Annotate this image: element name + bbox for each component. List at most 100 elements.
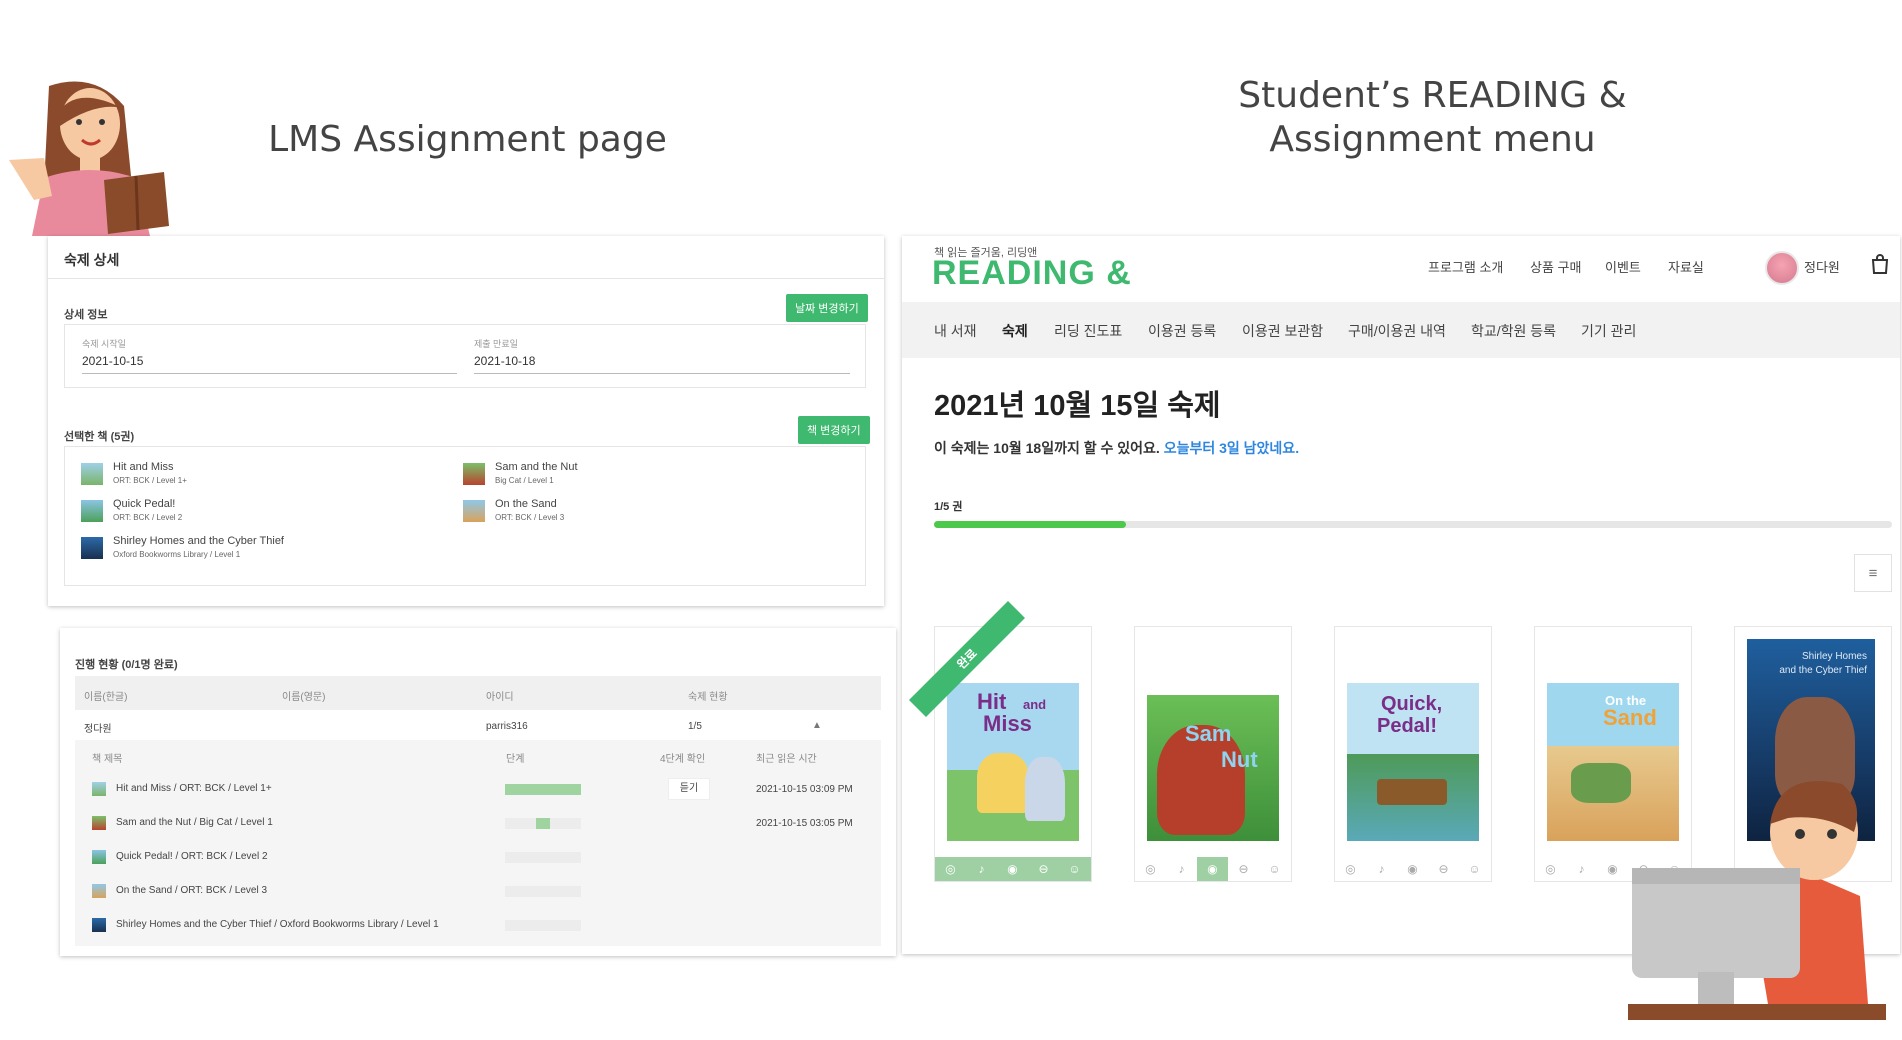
book-thumbnail xyxy=(92,816,106,830)
game-icon[interactable]: ◎ xyxy=(1335,857,1366,881)
book-cover: Hit and Miss xyxy=(947,683,1079,841)
stage-indicator xyxy=(505,784,581,795)
listen-icon[interactable]: ♪ xyxy=(1166,857,1197,881)
book-thumbnail xyxy=(92,850,106,864)
progress-count: 1/5 권 xyxy=(934,501,963,513)
change-book-button[interactable]: 책 변경하기 xyxy=(798,416,870,444)
student-heading-line2: Assignment menu xyxy=(1269,119,1596,160)
stage-indicator xyxy=(505,818,581,829)
speak-icon[interactable]: ☺ xyxy=(1059,857,1090,881)
col-status: 숙제 현황 xyxy=(688,692,728,703)
col-name-ko: 이름(한글) xyxy=(84,692,128,703)
col-name-en: 이름(영문) xyxy=(282,692,326,703)
end-date-field[interactable]: 2021-10-18 xyxy=(474,354,850,374)
book-item: Hit and Miss ORT: BCK / Level 1+ xyxy=(81,461,187,485)
lms-progress-card: 진행 현황 (0/1명 완료) 이름(한글) 이름(영문) 아이디 숙제 현황 … xyxy=(60,628,896,956)
tab-homework[interactable]: 숙제 xyxy=(1002,321,1028,341)
book-cover: Sam Nut xyxy=(1147,695,1279,841)
book-thumbnail xyxy=(92,884,106,898)
selected-books-box: Hit and Miss ORT: BCK / Level 1+ Sam and … xyxy=(64,446,866,586)
book-item: Quick Pedal! ORT: BCK / Level 2 xyxy=(81,498,182,522)
book-card[interactable]: Quick, Pedal! ◎ ♪ ◉ ⊖ ☺ xyxy=(1334,626,1492,882)
read-icon[interactable]: ◉ xyxy=(1397,857,1428,881)
start-date-label: 숙제 시작일 xyxy=(82,339,126,349)
listen-icon[interactable]: ♪ xyxy=(966,857,997,881)
quiz-icon[interactable]: ⊖ xyxy=(1028,857,1059,881)
student-name: 정다원 xyxy=(84,724,112,735)
read-icon[interactable]: ◉ xyxy=(1197,857,1228,881)
tab-pass-register[interactable]: 이용권 등록 xyxy=(1148,321,1216,341)
speak-icon[interactable]: ☺ xyxy=(1259,857,1290,881)
read-icon[interactable]: ◉ xyxy=(1597,857,1628,881)
col-last-read: 최근 읽은 시간 xyxy=(756,754,817,765)
nav-event[interactable]: 이벤트 xyxy=(1605,257,1641,276)
student-id: parris316 xyxy=(486,721,528,732)
list-view-icon[interactable]: ≡ xyxy=(1854,554,1892,592)
quiz-icon[interactable]: ⊖ xyxy=(1428,857,1459,881)
student-heading-line1: Student’s READING & xyxy=(1238,75,1627,116)
stage-indicator xyxy=(505,852,581,863)
game-icon[interactable]: ◎ xyxy=(1135,857,1166,881)
user-name[interactable]: 정다원 xyxy=(1804,257,1840,276)
book-thumbnail xyxy=(463,463,485,485)
quiz-icon[interactable]: ⊖ xyxy=(1228,857,1259,881)
listen-icon[interactable]: ♪ xyxy=(1566,857,1597,881)
tab-school-register[interactable]: 학교/학원 등록 xyxy=(1471,321,1556,341)
cart-icon[interactable] xyxy=(1870,253,1890,280)
tab-pass-storage[interactable]: 이용권 보관함 xyxy=(1242,321,1323,341)
collapse-toggle-icon[interactable]: ▲ xyxy=(812,720,822,731)
progress-bar-fill xyxy=(934,521,1126,528)
reading-logo[interactable]: READING & xyxy=(932,254,1132,293)
game-icon[interactable]: ◎ xyxy=(1535,857,1566,881)
stage-indicator xyxy=(505,886,581,897)
game-icon[interactable]: ◎ xyxy=(935,857,966,881)
book-card[interactable]: Hit and Miss 완료 ◎ ♪ ◉ ⊖ ☺ xyxy=(909,601,1092,882)
lms-detail-card: 숙제 상세 상세 정보 날짜 변경하기 숙제 시작일 2021-10-15 제출… xyxy=(48,236,884,606)
nav-resources[interactable]: 자료실 xyxy=(1668,257,1704,276)
activity-icons: ◎ ♪ ◉ ⊖ ☺ xyxy=(1335,857,1491,881)
book-thumbnail xyxy=(81,500,103,522)
book-progress-table xyxy=(75,740,881,946)
listen-button[interactable]: 듣기 xyxy=(668,778,710,800)
listen-icon[interactable]: ♪ xyxy=(1366,857,1397,881)
page-title: 2021년 10월 15일 숙제 xyxy=(934,390,1221,422)
nav-shop[interactable]: 상품 구매 xyxy=(1530,257,1581,276)
book-thumbnail xyxy=(463,500,485,522)
tab-device-manage[interactable]: 기기 관리 xyxy=(1581,321,1636,341)
stage-indicator xyxy=(505,920,581,931)
detail-label: 상세 정보 xyxy=(64,309,108,321)
tab-library[interactable]: 내 서재 xyxy=(934,321,977,341)
book-item: Shirley Homes and the Cyber Thief Oxford … xyxy=(81,535,284,559)
col-user-id: 아이디 xyxy=(486,692,514,703)
col-stage: 단계 xyxy=(506,754,525,765)
col-book-title: 책 제목 xyxy=(92,754,123,765)
tab-purchase-history[interactable]: 구매/이용권 내역 xyxy=(1348,321,1446,341)
start-date-field[interactable]: 2021-10-15 xyxy=(82,354,457,374)
avatar[interactable] xyxy=(1765,251,1799,285)
book-cover: Quick, Pedal! xyxy=(1347,683,1479,841)
read-icon[interactable]: ◉ xyxy=(997,857,1028,881)
activity-icons: ◎ ♪ ◉ ⊖ ☺ xyxy=(935,857,1091,881)
book-item: On the Sand ORT: BCK / Level 3 xyxy=(463,498,564,522)
date-box: 숙제 시작일 2021-10-15 제출 만료일 2021-10-18 xyxy=(64,324,866,388)
activity-icons: ◎ ♪ ◉ ⊖ ☺ xyxy=(1135,857,1291,881)
teacher-illustration xyxy=(9,81,169,236)
selected-books-label: 선택한 책 (5권) xyxy=(64,431,135,443)
book-thumbnail xyxy=(92,918,106,932)
tab-reading-chart[interactable]: 리딩 진도표 xyxy=(1054,321,1122,341)
lms-title: 숙제 상세 xyxy=(64,252,120,268)
book-card[interactable]: Sam Nut ◎ ♪ ◉ ⊖ ☺ xyxy=(1134,626,1292,882)
remaining-text: 오늘부터 3일 남았네요. xyxy=(1163,440,1300,456)
change-date-button[interactable]: 날짜 변경하기 xyxy=(786,294,868,322)
book-thumbnail xyxy=(81,463,103,485)
progress-label: 진행 현황 (0/1명 완료) xyxy=(75,659,178,671)
end-date-label: 제출 만료일 xyxy=(474,339,518,349)
speak-icon[interactable]: ☺ xyxy=(1459,857,1490,881)
progress-table-header xyxy=(75,676,881,710)
col-stage4-check: 4단계 확인 xyxy=(660,754,706,765)
lms-heading: LMS Assignment page xyxy=(268,119,667,160)
nav-program[interactable]: 프로그램 소개 xyxy=(1428,257,1503,276)
book-item: Sam and the Nut Big Cat / Level 1 xyxy=(463,461,578,485)
student-status: 1/5 xyxy=(688,721,702,732)
due-text: 이 숙제는 10월 18일까지 할 수 있어요. 오늘부터 3일 남았네요. xyxy=(934,440,1300,456)
